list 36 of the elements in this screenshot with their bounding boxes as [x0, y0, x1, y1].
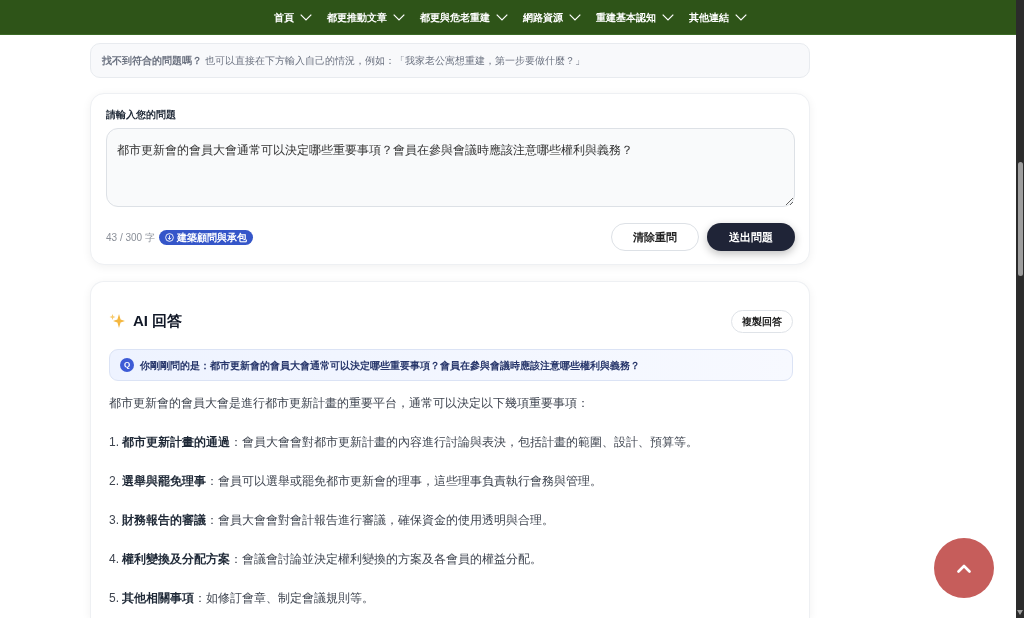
copy-button[interactable]: 複製回答 — [731, 309, 793, 333]
nav-link[interactable]: 網路資源 — [522, 9, 581, 25]
answer-paragraph: 2. 選舉與罷免理事：會員可以選舉或罷免都市更新會的理事，這些理事負責執行會務與管理。 — [109, 473, 604, 490]
caret-icon — [299, 13, 312, 21]
answer-paragraph: 4. 權利變換及分配方案：會議會討論並決定權利變換的方案及各會員的權益分配。 — [109, 551, 544, 568]
category-tag[interactable]: 建築顧問與承包 — [158, 229, 253, 245]
answer-paragraph: 5. 其他相關事項：如修訂會章、制定會議規則等。 — [109, 590, 376, 607]
submit-button[interactable]: 送出問題 — [707, 223, 795, 251]
question-textarea[interactable]: 都市更新會的會員大會通常可以決定哪些重要事項？會員在參與會議時應該注意哪些權利與義務？ — [106, 128, 795, 207]
q-badge: Q — [120, 358, 134, 372]
hint-text: 找不到符合的問題嗎？ 也可以直接在下方輸入自己的情況，例如：「我家老公寓想重建，第一步要做什麼？」 — [102, 54, 585, 68]
scroll-down-arrow-icon[interactable] — [1017, 610, 1023, 615]
nav-link[interactable]: 都更與危老重建 — [419, 9, 508, 25]
answer-paragraph: 3. 財務報告的審議：會員大會會對會計報告進行審議，確保資金的使用透明與合理。 — [109, 512, 556, 529]
answer-title: AI 回答 — [133, 310, 183, 331]
caret-icon — [661, 13, 674, 21]
clear-button[interactable]: 清除重問 — [611, 223, 699, 251]
chevron-up-icon — [957, 563, 971, 573]
caret-icon — [734, 13, 747, 21]
nav-link[interactable]: 首頁 — [273, 9, 312, 25]
caret-icon — [392, 13, 405, 21]
back-to-top-button[interactable] — [934, 538, 994, 598]
nav-link[interactable]: 其他連結 — [688, 9, 747, 25]
caret-icon — [568, 13, 581, 21]
nav-link[interactable]: 都更推動文章 — [326, 9, 405, 25]
answer-paragraph: 都市更新會的會員大會是進行都市更新計畫的重要平台，通常可以決定以下幾項重要事項： — [109, 395, 590, 412]
answer-paragraph: 1. 都市更新計畫的通過：會員大會會對都市更新計畫的內容進行討論與表決，包括計畫的範圍、設計、預算等。 — [109, 434, 700, 451]
nav-link[interactable]: 重建基本認知 — [595, 9, 674, 25]
caret-icon — [495, 13, 508, 21]
sparkle-icon — [109, 313, 125, 329]
form-label: 請輸入您的問題 — [106, 108, 177, 122]
scrollbar[interactable] — [1016, 0, 1024, 618]
character-count: 43 / 300 字 — [106, 230, 155, 245]
recap-text: 你剛剛問的是：都市更新會的會員大會通常可以決定哪些重要事項？會員在參與會議時應該注意哪些權利與義務？ — [140, 358, 640, 373]
arrow-circle-icon — [164, 232, 174, 242]
scrollbar-thumb[interactable] — [1018, 162, 1023, 276]
